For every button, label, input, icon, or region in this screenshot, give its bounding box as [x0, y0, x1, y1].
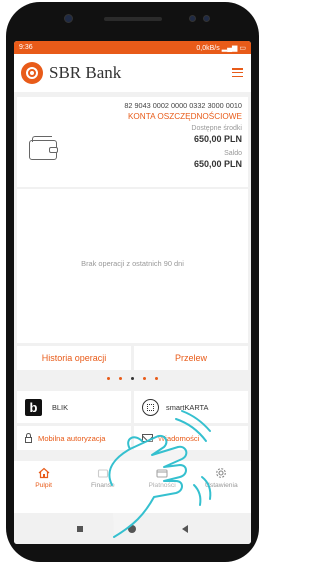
wallet-icon: [29, 136, 58, 160]
carousel-dot[interactable]: [143, 377, 146, 380]
account-actions: Historia operacji Przelew: [17, 346, 248, 370]
carousel-dot-active[interactable]: [131, 377, 134, 380]
available-label: Dostępne środki: [191, 125, 242, 132]
transfer-button[interactable]: Przelew: [134, 346, 248, 370]
balance-value: 650,00 PLN: [193, 159, 242, 169]
sensor-icon: [189, 15, 196, 22]
nav-pulpit[interactable]: Pulpit: [21, 467, 66, 489]
carousel-dot[interactable]: [155, 377, 158, 380]
history-button[interactable]: Historia operacji: [17, 346, 131, 370]
account-card[interactable]: 82 9043 0002 0000 0332 3000 0010 KONTA O…: [17, 97, 248, 187]
status-time: 9:36: [19, 44, 33, 51]
brand-name: SBR Bank: [49, 63, 122, 82]
carousel-dot[interactable]: [119, 377, 122, 380]
lock-icon: [25, 432, 32, 443]
recents-button[interactable]: [76, 525, 83, 532]
app-header: SBR Bank: [14, 54, 251, 92]
status-bar: 9:36 0,0kB/s ▂▄▆ ▭: [14, 41, 251, 54]
speaker-grille: [104, 17, 162, 21]
carousel-dot[interactable]: [107, 377, 110, 380]
operations-panel: Brak operacji z ostatnich 90 dni: [17, 189, 248, 343]
sensor-icon: [203, 15, 210, 22]
operations-empty-text: Brak operacji z ostatnich 90 dni: [81, 259, 184, 268]
tap-gesture-hand-icon: [108, 410, 212, 538]
account-number: 82 9043 0002 0000 0332 3000 0010: [124, 101, 242, 110]
blik-label: BLIK: [52, 402, 69, 412]
balance-label: Saldo: [224, 150, 242, 157]
available-value: 650,00 PLN: [193, 134, 242, 144]
carousel-dots: [14, 377, 251, 380]
front-camera-icon: [64, 14, 73, 23]
phone-top-bezel: [6, 2, 259, 40]
sbr-logo-icon: [21, 62, 43, 84]
blik-logo-icon: b: [25, 398, 42, 416]
phone-frame: 9:36 0,0kB/s ▂▄▆ ▭ SBR Bank 82 9043 0002…: [6, 2, 259, 562]
home-icon: [38, 467, 50, 479]
hamburger-icon[interactable]: [232, 68, 243, 77]
status-network: 0,0kB/s ▂▄▆ ▭: [196, 44, 246, 52]
account-name: KONTA OSZCZĘDNOŚCIOWE: [127, 112, 242, 121]
nav-pulpit-label: Pulpit: [35, 482, 52, 489]
gear-icon: [215, 467, 227, 479]
